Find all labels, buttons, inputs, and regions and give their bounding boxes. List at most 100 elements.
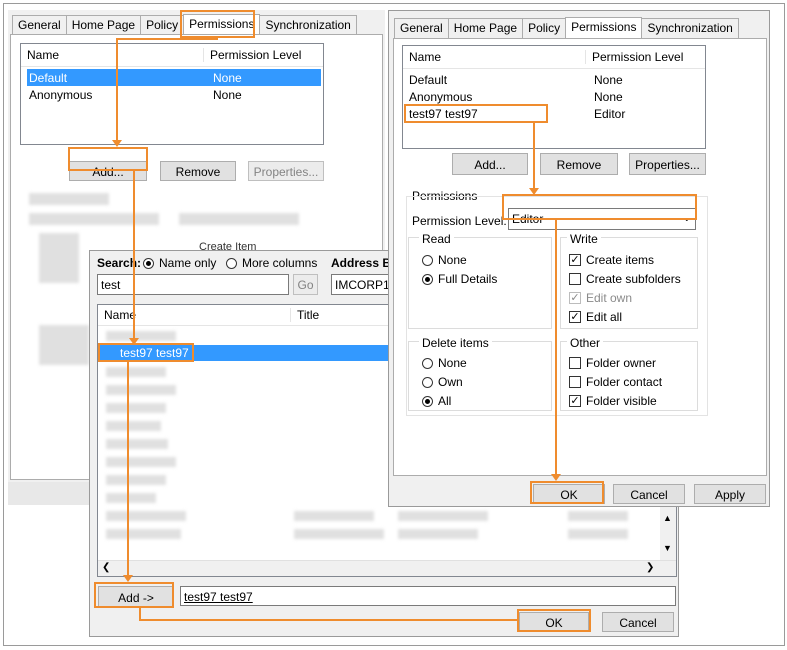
row-level: Editor bbox=[594, 106, 626, 121]
permission-level-label: Permission Level: bbox=[412, 214, 507, 228]
properties-button[interactable]: Properties... bbox=[248, 161, 324, 181]
cancel-button[interactable]: Cancel bbox=[613, 484, 685, 504]
permissions-list[interactable]: Name Permission Level Default None Anony… bbox=[20, 43, 324, 145]
arrow-down-icon bbox=[551, 474, 561, 481]
radio-indicator bbox=[143, 257, 154, 269]
tab-policy[interactable]: Policy bbox=[140, 15, 185, 35]
blurred-row bbox=[398, 511, 488, 521]
address-book-select[interactable]: IMCORP18 bbox=[331, 274, 396, 295]
delete-own-radio[interactable]: Own bbox=[422, 375, 463, 389]
radio-indicator bbox=[422, 254, 433, 266]
write-group-title: Write bbox=[567, 232, 601, 246]
tab-home-page[interactable]: Home Page bbox=[65, 15, 142, 35]
tab-home-page[interactable]: Home Page bbox=[447, 18, 524, 38]
column-permission-level: Permission Level bbox=[203, 48, 301, 62]
connector-line bbox=[133, 171, 135, 340]
connector-line bbox=[127, 362, 129, 576]
checkbox-label: Edit own bbox=[586, 291, 633, 305]
delete-all-radio[interactable]: All bbox=[422, 394, 451, 408]
radio-indicator bbox=[422, 357, 433, 369]
remove-button[interactable]: Remove bbox=[540, 153, 618, 175]
remove-button[interactable]: Remove bbox=[160, 161, 236, 181]
tab-general[interactable]: General bbox=[394, 18, 449, 38]
apply-button[interactable]: Apply bbox=[694, 484, 766, 504]
blurred-row bbox=[106, 457, 176, 467]
edit-all-checkbox[interactable]: ✓ Edit all bbox=[569, 310, 622, 324]
name-only-radio[interactable]: Name only bbox=[143, 256, 216, 270]
arrow-down-icon bbox=[123, 575, 133, 582]
scroll-right-icon[interactable]: ❯ bbox=[646, 562, 654, 573]
radio-label: All bbox=[438, 394, 452, 408]
highlight-add-arrow-button bbox=[94, 582, 174, 608]
delete-none-radio[interactable]: None bbox=[422, 356, 467, 370]
list-item[interactable]: Default None bbox=[27, 69, 321, 86]
added-users-field[interactable]: test97 test97 bbox=[180, 586, 676, 606]
tab-permissions[interactable]: Permissions bbox=[565, 17, 643, 39]
more-columns-radio[interactable]: More columns bbox=[226, 256, 317, 270]
scroll-left-icon[interactable]: ❮ bbox=[102, 562, 110, 573]
radio-label: Name only bbox=[159, 256, 217, 270]
highlight-picker-ok bbox=[517, 609, 591, 632]
blurred-row bbox=[106, 367, 166, 377]
checkmark-icon: ✓ bbox=[569, 254, 581, 266]
create-items-checkbox[interactable]: ✓ Create items bbox=[569, 253, 654, 267]
blurred-row bbox=[106, 511, 186, 521]
list-item[interactable]: Default None bbox=[405, 71, 703, 88]
add-button[interactable]: Add... bbox=[452, 153, 528, 175]
folder-contact-checkbox[interactable]: Folder contact bbox=[569, 375, 662, 389]
row-level: None bbox=[213, 70, 242, 85]
properties-button[interactable]: Properties... bbox=[629, 153, 706, 175]
search-input[interactable]: test bbox=[97, 274, 289, 295]
checkbox-box bbox=[569, 273, 581, 285]
row-name: Default bbox=[29, 70, 68, 85]
checkbox-label: Folder contact bbox=[586, 375, 663, 389]
blurred-row bbox=[106, 475, 166, 485]
edit-own-checkbox[interactable]: ✓ Edit own bbox=[569, 291, 632, 305]
read-full-details-radio[interactable]: Full Details bbox=[422, 272, 497, 286]
connector-line bbox=[555, 220, 557, 476]
go-button[interactable]: Go bbox=[293, 274, 318, 295]
checkbox-label: Edit all bbox=[586, 310, 623, 324]
horizontal-scrollbar[interactable]: ❮ ❯ bbox=[98, 560, 676, 576]
highlight-selected-user bbox=[98, 343, 194, 362]
vertical-scrollbar[interactable]: ▲ ▼ bbox=[660, 505, 676, 560]
radio-label: Full Details bbox=[438, 272, 498, 286]
blurred-row bbox=[106, 403, 166, 413]
radio-indicator bbox=[422, 395, 433, 407]
permissions-list[interactable]: Name Permission Level Default None Anony… bbox=[402, 45, 706, 149]
radio-indicator bbox=[422, 376, 433, 388]
tab-synchronization[interactable]: Synchronization bbox=[641, 18, 739, 38]
list-item[interactable]: Anonymous None bbox=[27, 86, 321, 103]
added-user: test97 test97 bbox=[184, 590, 253, 604]
blurred-content bbox=[179, 213, 299, 225]
list-header: Name Permission Level bbox=[403, 46, 705, 69]
blurred-content bbox=[29, 213, 159, 225]
folder-visible-checkbox[interactable]: ✓ Folder visible bbox=[569, 394, 657, 408]
blurred-row bbox=[568, 511, 628, 521]
checkbox-box bbox=[569, 376, 581, 388]
blurred-row bbox=[106, 439, 168, 449]
checkmark-icon: ✓ bbox=[569, 311, 581, 323]
blurred-row bbox=[106, 493, 156, 503]
tab-synchronization[interactable]: Synchronization bbox=[259, 15, 357, 35]
blurred-content bbox=[39, 233, 79, 283]
tab-general[interactable]: General bbox=[12, 15, 67, 35]
tab-policy[interactable]: Policy bbox=[522, 18, 567, 38]
blurred-row bbox=[398, 529, 478, 539]
cancel-button[interactable]: Cancel bbox=[602, 612, 674, 632]
read-none-radio[interactable]: None bbox=[422, 253, 467, 267]
column-name: Name bbox=[409, 50, 442, 64]
create-subfolders-checkbox[interactable]: Create subfolders bbox=[569, 272, 681, 286]
list-item[interactable]: Anonymous None bbox=[405, 88, 703, 105]
blurred-row bbox=[106, 529, 181, 539]
arrow-down-icon bbox=[112, 140, 122, 147]
radio-label: More columns bbox=[242, 256, 318, 270]
scroll-up-icon[interactable]: ▲ bbox=[663, 513, 672, 523]
radio-label: None bbox=[438, 356, 467, 370]
column-name: Name bbox=[104, 308, 137, 322]
blurred-content bbox=[29, 193, 109, 205]
scroll-down-icon[interactable]: ▼ bbox=[663, 543, 672, 553]
blurred-content bbox=[39, 325, 89, 365]
folder-owner-checkbox[interactable]: Folder owner bbox=[569, 356, 656, 370]
other-group-title: Other bbox=[567, 336, 604, 350]
